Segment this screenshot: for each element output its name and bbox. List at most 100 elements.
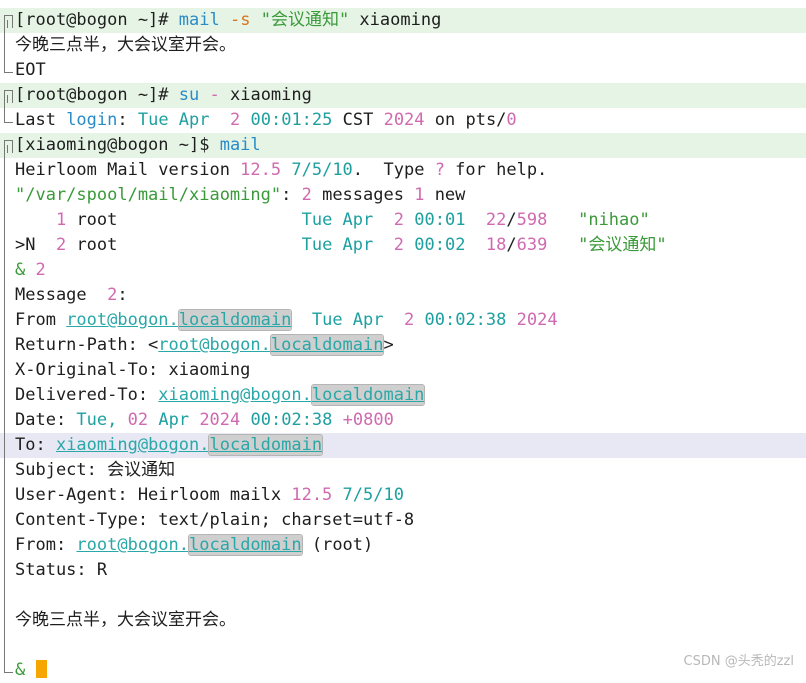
email-link[interactable]: xiaoming@bogon. <box>56 435 210 455</box>
line-text: "/var/spool/mail/xiaoming": 2 messages 1… <box>15 183 465 208</box>
email-link[interactable]: localdomain <box>310 384 426 406</box>
line-segment: 12.5 <box>291 485 333 505</box>
line-segment <box>250 10 260 30</box>
terminal-line: X-Original-To: xiaoming <box>0 358 806 383</box>
line-segment: 今晚三点半，大会议室开会。 <box>15 610 236 630</box>
email-link[interactable]: localdomain <box>188 534 303 556</box>
line-text: [root@bogon ~]# mail -s "会议通知" xiaoming <box>15 8 441 33</box>
email-link[interactable]: root@bogon. <box>66 310 179 330</box>
line-text: [root@bogon ~]# su - xiaoming <box>15 83 312 108</box>
email-link[interactable]: xiaoming@bogon. <box>158 385 312 405</box>
fold-marker-icon[interactable] <box>4 90 13 103</box>
line-segment <box>189 410 199 430</box>
line-segment: 2 <box>230 110 241 130</box>
line-segment: (root) <box>301 535 374 555</box>
email-link[interactable]: root@bogon. <box>158 335 271 355</box>
line-segment <box>220 10 230 30</box>
line-text: Status: R <box>15 558 107 583</box>
line-segment: su <box>178 85 200 105</box>
line-segment <box>404 210 414 230</box>
line-segment: 1 <box>414 185 425 205</box>
line-segment: Tue Apr <box>301 210 374 230</box>
terminal-line: Subject: 会议通知 <box>0 458 806 483</box>
terminal-line: Status: R <box>0 558 806 583</box>
line-segment: From: <box>15 535 77 555</box>
line-segment <box>465 210 485 230</box>
line-segment: new <box>424 185 466 205</box>
terminal-line: Message 2: <box>0 283 806 308</box>
terminal-line: [xiaoming@bogon ~]$ mail <box>0 133 806 158</box>
terminal-line: To: xiaoming@bogon.localdomain <box>0 433 806 458</box>
line-segment: "会议通知" <box>578 235 667 255</box>
line-segment: CST <box>332 110 384 130</box>
terminal-line: 今晚三点半，大会议室开会。 <box>0 608 806 633</box>
line-segment: Heirloom Mail version <box>15 160 241 180</box>
line-segment <box>373 235 393 255</box>
line-segment: Tue Apr <box>137 110 210 130</box>
line-text: [xiaoming@bogon ~]$ mail <box>15 133 261 158</box>
line-segment: 18 <box>485 235 507 255</box>
line-segment: 2 <box>301 185 312 205</box>
line-segment: Tue, <box>76 410 128 430</box>
line-text: From: root@bogon.localdomain (root) <box>15 533 373 558</box>
line-segment: messages <box>311 185 415 205</box>
line-segment <box>414 310 424 330</box>
line-segment: Tue Apr <box>301 235 374 255</box>
line-segment <box>404 235 414 255</box>
terminal-line: User-Agent: Heirloom mailx 12.5 7/5/10 <box>0 483 806 508</box>
line-segment: 00:02:38 <box>424 310 507 330</box>
line-text: Message 2: <box>15 283 128 308</box>
line-segment: To: <box>15 435 56 455</box>
line-segment: & <box>15 260 26 280</box>
line-segment: 2024 <box>516 310 558 330</box>
line-segment: 02 <box>127 410 149 430</box>
email-link[interactable]: localdomain <box>177 309 293 331</box>
line-segment: Date: <box>15 410 77 430</box>
line-segment: . Type <box>352 160 435 180</box>
line-text: X-Original-To: xiaoming <box>15 358 250 383</box>
email-link[interactable]: localdomain <box>208 434 324 456</box>
terminal-line: Return-Path: <root@bogon.localdomain> <box>0 333 806 358</box>
line-segment: 2 <box>404 310 415 330</box>
line-segment: - <box>209 85 220 105</box>
line-segment: Status: R <box>15 560 108 580</box>
line-segment: From <box>15 310 67 330</box>
line-text: From root@bogon.localdomain Tue Apr 2 00… <box>15 308 558 333</box>
line-segment <box>547 210 578 230</box>
line-segment: Delivered-To: <box>15 385 159 405</box>
email-link[interactable]: root@bogon. <box>76 535 189 555</box>
line-segment: / <box>506 210 517 230</box>
line-segment: "会议通知" <box>260 10 350 30</box>
line-segment: User-Agent: Heirloom mailx <box>15 485 292 505</box>
fold-marker-icon[interactable] <box>4 140 13 153</box>
line-segment: "nihao" <box>578 210 650 230</box>
line-segment: 639 <box>516 235 548 255</box>
line-segment <box>25 660 35 680</box>
line-text: 今晚三点半，大会议室开会。 <box>15 608 236 633</box>
fold-guide <box>4 27 5 63</box>
line-segment: 00:02:38 <box>250 410 333 430</box>
line-segment <box>373 210 393 230</box>
fold-guide <box>4 152 5 663</box>
line-segment <box>332 410 342 430</box>
line-segment <box>25 260 35 280</box>
line-segment: 今晚三点半，大会议室开会。 <box>15 35 236 55</box>
line-segment: 22 <box>485 210 507 230</box>
fold-marker-icon[interactable] <box>4 15 13 28</box>
line-text: EOT <box>15 58 46 83</box>
line-text: Content-Type: text/plain; charset=utf-8 <box>15 508 414 533</box>
line-text: Date: Tue, 02 Apr 2024 00:02:38 +0800 <box>15 408 394 433</box>
line-segment: : <box>117 285 128 305</box>
line-segment: Apr <box>158 410 190 430</box>
line-segment: / <box>506 235 517 255</box>
line-segment: -s <box>229 10 251 30</box>
terminal-line: Date: Tue, 02 Apr 2024 00:02:38 +0800 <box>0 408 806 433</box>
terminal-line: [root@bogon ~]# su - xiaoming <box>0 83 806 108</box>
email-link[interactable]: localdomain <box>269 334 385 356</box>
line-segment: xiaoming <box>219 85 312 105</box>
line-text: Last login: Tue Apr 2 00:01:25 CST 2024 … <box>15 108 517 133</box>
terminal-line: & 2 <box>0 258 806 283</box>
line-segment <box>148 410 158 430</box>
terminal-line: Last login: Tue Apr 2 00:01:25 CST 2024 … <box>0 108 806 133</box>
line-segment: 2024 <box>383 110 425 130</box>
